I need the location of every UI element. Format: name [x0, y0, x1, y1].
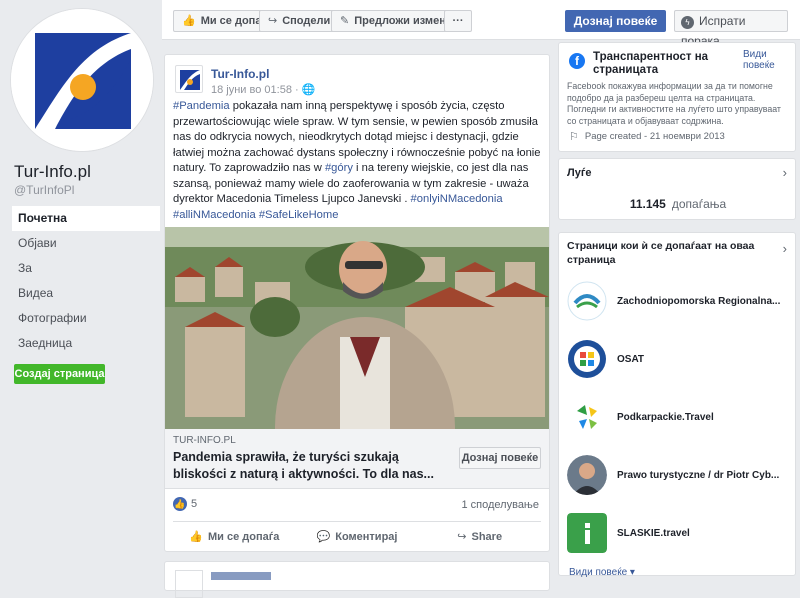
link-learn-more-button[interactable]: Дознај повеќе	[459, 447, 541, 469]
transparency-see-more-link[interactable]: Види повеќе	[743, 49, 789, 71]
page-transparency-card: f Транспарентност на страницата Види пов…	[558, 42, 796, 152]
suggest-edits-label: Предложи измени	[354, 15, 453, 27]
like-reaction-icon: 👍	[173, 497, 187, 511]
post-author-avatar[interactable]	[175, 65, 203, 93]
next-post-author-placeholder	[211, 572, 271, 580]
liked-page-name: Prawo turystyczne / dr Piotr Cyb...	[617, 469, 780, 481]
post-card: Tur-Info.pl 18 јуни во 01:58 · 🌐 #Pandem…	[164, 54, 550, 552]
next-post-card	[164, 561, 550, 598]
likes-count: 11.145 допаѓања	[559, 197, 797, 211]
nav-item-videos[interactable]: Видеа	[12, 281, 160, 306]
post-share-button[interactable]: ↪ Share	[418, 522, 541, 551]
post-actions: 👍 Ми се допаѓа 💬 Коментирај ↪ Share	[173, 521, 541, 551]
tur-info-logo-small	[180, 70, 200, 90]
post-timestamp[interactable]: 18 јуни во 01:58 · 🌐	[211, 83, 315, 96]
suggest-edits-button[interactable]: ✎ Предложи измени	[331, 10, 462, 32]
page-created-text: Page created - 21 ноември 2013	[584, 131, 725, 142]
share-page-label: Сподели	[282, 15, 331, 27]
liked-page-item[interactable]: OSAT	[567, 339, 793, 379]
post-comment-label: Коментирај	[335, 531, 398, 543]
liked-page-name: SLASKIE.travel	[617, 527, 690, 539]
send-message-button[interactable]: ϟ Испрати порака	[674, 10, 788, 48]
facebook-logo-icon: f	[569, 53, 585, 69]
liked-page-logo	[567, 397, 607, 437]
nav-item-community[interactable]: Заедница	[12, 331, 160, 356]
post-time-label: 18 јуни во 01:58 ·	[211, 84, 299, 96]
share-arrow-icon: ↪	[268, 15, 278, 27]
thumbs-up-icon: 👍	[189, 531, 203, 543]
hashtag-safelikehome[interactable]: #SafeLikeHome	[259, 209, 339, 221]
liked-page-name: OSAT	[617, 353, 645, 365]
nav-item-home[interactable]: Почетна	[12, 206, 160, 231]
chevron-right-icon[interactable]: ›	[783, 165, 787, 180]
messenger-icon: ϟ	[681, 16, 694, 29]
comment-icon: 💬	[316, 531, 331, 543]
post-like-button[interactable]: 👍 Ми се допаѓа	[173, 522, 296, 551]
next-post-avatar[interactable]	[175, 570, 203, 598]
page-name[interactable]: Tur-Info.pl	[14, 162, 91, 182]
hashtag-pandemia[interactable]: #Pandemia	[173, 100, 230, 112]
page-created-info: ⚐ Page created - 21 ноември 2013	[569, 130, 725, 143]
tur-info-logo	[11, 9, 153, 151]
page-nav: Почетна Објави За Видеа Фотографии Заедн…	[12, 206, 160, 356]
create-page-button[interactable]: Создај страница	[14, 364, 105, 384]
hashtag-onlyinmacedonia[interactable]: #onlyiNMacedonia	[411, 193, 503, 205]
left-column: Tur-Info.pl @TurInfoPl Почетна Објави За…	[0, 0, 162, 576]
liked-page-name: Podkarpackie.Travel	[617, 411, 714, 423]
post-link-image[interactable]	[165, 227, 549, 429]
page-handle: @TurInfoPl	[14, 183, 75, 197]
link-preview[interactable]: TUR-INFO.PL Pandemia sprawiła, że turyśc…	[165, 429, 549, 489]
liked-pages-card: Страници кои ѝ се допаѓаат на оваа стран…	[558, 232, 796, 578]
liked-pages-title[interactable]: Страници кои ѝ се допаѓаат на оваа стран…	[567, 239, 767, 267]
learn-more-button[interactable]: Дознај повеќе	[565, 10, 666, 32]
post-like-label: Ми се допаѓа	[207, 531, 280, 543]
share-page-button[interactable]: ↪ Сподели	[259, 10, 340, 32]
liked-page-item[interactable]: Zachodniopomorska Regionalna...	[567, 281, 793, 321]
liked-page-item[interactable]: Prawo turystyczne / dr Piotr Cyb...	[567, 455, 793, 495]
transparency-title: Транспарентност на страницата	[593, 51, 709, 76]
reaction-count: 5	[191, 498, 198, 510]
liked-page-logo	[567, 513, 607, 553]
post-comment-button[interactable]: 💬 Коментирај	[296, 522, 419, 551]
nav-item-photos[interactable]: Фотографии	[12, 306, 160, 331]
hashtag-gory[interactable]: #góry	[325, 162, 353, 174]
flag-icon: ⚐	[569, 131, 579, 143]
post-author-name[interactable]: Tur-Info.pl	[211, 67, 269, 81]
chevron-right-icon[interactable]: ›	[783, 241, 787, 256]
nav-item-posts[interactable]: Објави	[12, 231, 160, 256]
share-count[interactable]: 1 споделување	[462, 499, 540, 511]
people-title[interactable]: Луѓе	[567, 167, 592, 179]
liked-page-logo	[567, 339, 607, 379]
link-domain: TUR-INFO.PL	[173, 435, 236, 446]
pencil-icon: ✎	[340, 15, 350, 27]
post-text: #Pandemia pokazała nam inną perspektywę …	[173, 99, 545, 223]
town-photo	[165, 227, 549, 429]
likes-number: 11.145	[629, 197, 666, 211]
liked-pages-see-more[interactable]: Види повеќе ▾	[569, 567, 635, 578]
globe-icon: 🌐	[301, 84, 316, 96]
post-share-label: Share	[471, 531, 503, 543]
nav-item-about[interactable]: За	[12, 256, 160, 281]
profile-picture[interactable]	[10, 8, 154, 152]
liked-page-item[interactable]: Podkarpackie.Travel	[567, 397, 793, 437]
liked-page-logo	[567, 281, 607, 321]
liked-page-name: Zachodniopomorska Regionalna...	[617, 295, 781, 307]
page-action-bar: 👍 Ми се допаѓа ↪ Сподели ✎ Предложи измени …	[162, 0, 800, 48]
transparency-description: Facebook покажува информации за да ти по…	[567, 81, 781, 126]
reaction-summary[interactable]: 👍 5	[173, 497, 197, 511]
share-arrow-icon: ↪	[457, 531, 467, 543]
liked-page-logo	[567, 455, 607, 495]
hashtag-allinmacedonia[interactable]: #alliNMacedonia	[173, 209, 256, 221]
link-title[interactable]: Pandemia sprawiła, że turyści szukają bl…	[173, 449, 445, 483]
thumbs-up-icon: 👍	[182, 15, 196, 27]
likes-label: допаѓања	[671, 197, 727, 211]
liked-page-item[interactable]: SLASKIE.travel	[567, 513, 793, 553]
more-options-button[interactable]: ···	[444, 10, 472, 32]
people-card: Луѓе › 11.145 допаѓања	[558, 158, 796, 220]
